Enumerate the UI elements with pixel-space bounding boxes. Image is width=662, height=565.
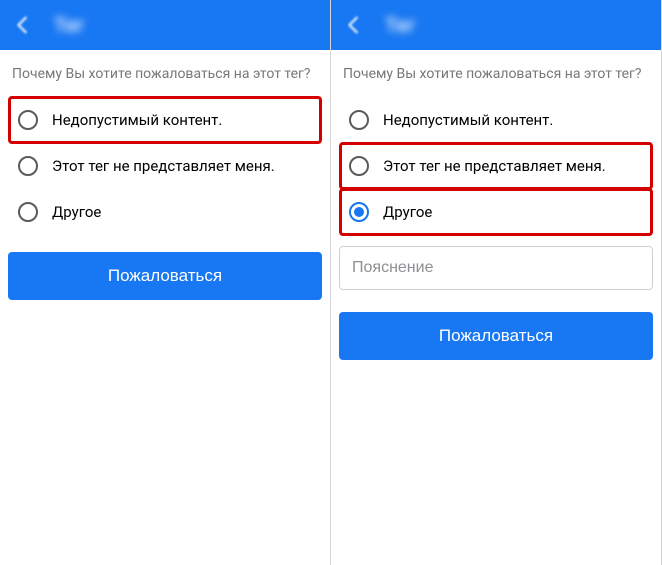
radio-label: Недопустимый контент. xyxy=(383,111,553,129)
explanation-input[interactable] xyxy=(339,246,653,290)
radio-option-not-me[interactable]: Этот тег не представляет меня. xyxy=(341,144,651,188)
explanation-field-wrap xyxy=(341,246,651,290)
radio-option-not-me[interactable]: Этот тег не представляет меня. xyxy=(10,144,320,188)
radio-label: Этот тег не представляет меня. xyxy=(52,157,275,175)
radio-label: Другое xyxy=(383,203,432,221)
radio-unselected-icon xyxy=(349,110,369,130)
radio-option-other[interactable]: Другое xyxy=(10,190,320,234)
screen-left: Тег Почему Вы хотите пожаловаться на это… xyxy=(0,0,331,565)
radio-option-inappropriate[interactable]: Недопустимый контент. xyxy=(10,98,320,142)
report-form: Почему Вы хотите пожаловаться на этот те… xyxy=(331,50,661,372)
screen-right: Тег Почему Вы хотите пожаловаться на это… xyxy=(331,0,662,565)
submit-button[interactable]: Пожаловаться xyxy=(339,312,653,360)
radio-unselected-icon xyxy=(349,156,369,176)
back-arrow-icon[interactable] xyxy=(12,14,34,36)
radio-selected-icon xyxy=(349,202,369,222)
radio-option-inappropriate[interactable]: Недопустимый контент. xyxy=(341,98,651,142)
radio-option-other[interactable]: Другое xyxy=(341,190,651,234)
header: Тег xyxy=(0,0,330,50)
back-arrow-icon[interactable] xyxy=(343,14,365,36)
header-title: Тег xyxy=(385,13,415,37)
radio-label: Другое xyxy=(52,203,101,221)
report-form: Почему Вы хотите пожаловаться на этот те… xyxy=(0,50,330,312)
header: Тег xyxy=(331,0,661,50)
radio-label: Недопустимый контент. xyxy=(52,111,222,129)
header-title: Тег xyxy=(54,13,84,37)
radio-unselected-icon xyxy=(18,156,38,176)
radio-unselected-icon xyxy=(18,110,38,130)
question-text: Почему Вы хотите пожаловаться на этот те… xyxy=(12,66,318,82)
submit-button[interactable]: Пожаловаться xyxy=(8,252,322,300)
radio-label: Этот тег не представляет меня. xyxy=(383,157,606,175)
radio-unselected-icon xyxy=(18,202,38,222)
question-text: Почему Вы хотите пожаловаться на этот те… xyxy=(343,66,649,82)
